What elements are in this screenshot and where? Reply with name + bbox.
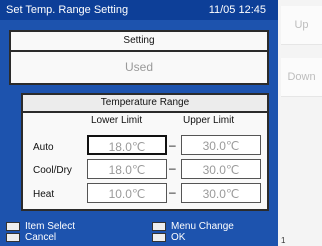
page-number: 1	[281, 236, 286, 245]
temperature-range-header: Temperature Range	[23, 95, 267, 113]
cancel-hint: Cancel	[25, 232, 57, 243]
cool-dry-upper-limit-field[interactable]: 30.0℃	[181, 159, 261, 179]
setting-header: Setting	[11, 32, 267, 52]
title-bar: Set Temp. Range Setting 11/05 12:45	[0, 0, 278, 20]
cool-dry-lower-limit-field[interactable]: 18.0℃	[87, 159, 167, 179]
screen-title: Set Temp. Range Setting	[6, 4, 129, 16]
row-label-heat: Heat	[33, 189, 55, 200]
setting-panel: Setting Used	[9, 30, 269, 85]
lower-limit-header: Lower Limit	[91, 115, 143, 126]
down-button[interactable]: Down	[281, 58, 322, 97]
temperature-range-panel: Temperature Range Lower Limit Upper Limi…	[21, 93, 269, 211]
ok-hint: OK	[171, 232, 186, 243]
heat-lower-limit-field[interactable]: 10.0℃	[87, 183, 167, 203]
controller-screen: Set Temp. Range Setting 11/05 12:45 Sett…	[0, 0, 278, 246]
clock: 11/05 12:45	[208, 4, 266, 16]
select-arrows-icon	[6, 222, 20, 231]
enter-key-icon	[152, 233, 166, 242]
range-dash: –	[169, 185, 176, 199]
setting-value[interactable]: Used	[11, 52, 267, 83]
row-label-cool-dry: Cool/Dry	[33, 165, 72, 176]
range-dash: –	[169, 138, 176, 152]
footer-hints: Item Select Menu Change Cancel OK	[0, 220, 278, 246]
menu-change-hint: Menu Change	[171, 221, 234, 232]
cancel-key-icon	[6, 233, 20, 242]
upper-limit-header: Upper Limit	[183, 115, 235, 126]
auto-upper-limit-field[interactable]: 30.0℃	[181, 135, 261, 155]
item-select-hint: Item Select	[25, 221, 76, 232]
up-button[interactable]: Up	[281, 6, 322, 45]
page-indicator: 1	[281, 236, 322, 246]
menu-key-icon	[152, 222, 166, 231]
range-dash: –	[169, 161, 176, 175]
auto-lower-limit-field[interactable]: 18.0℃	[87, 135, 167, 155]
row-label-auto: Auto	[33, 142, 54, 153]
heat-upper-limit-field[interactable]: 30.0℃	[181, 183, 261, 203]
